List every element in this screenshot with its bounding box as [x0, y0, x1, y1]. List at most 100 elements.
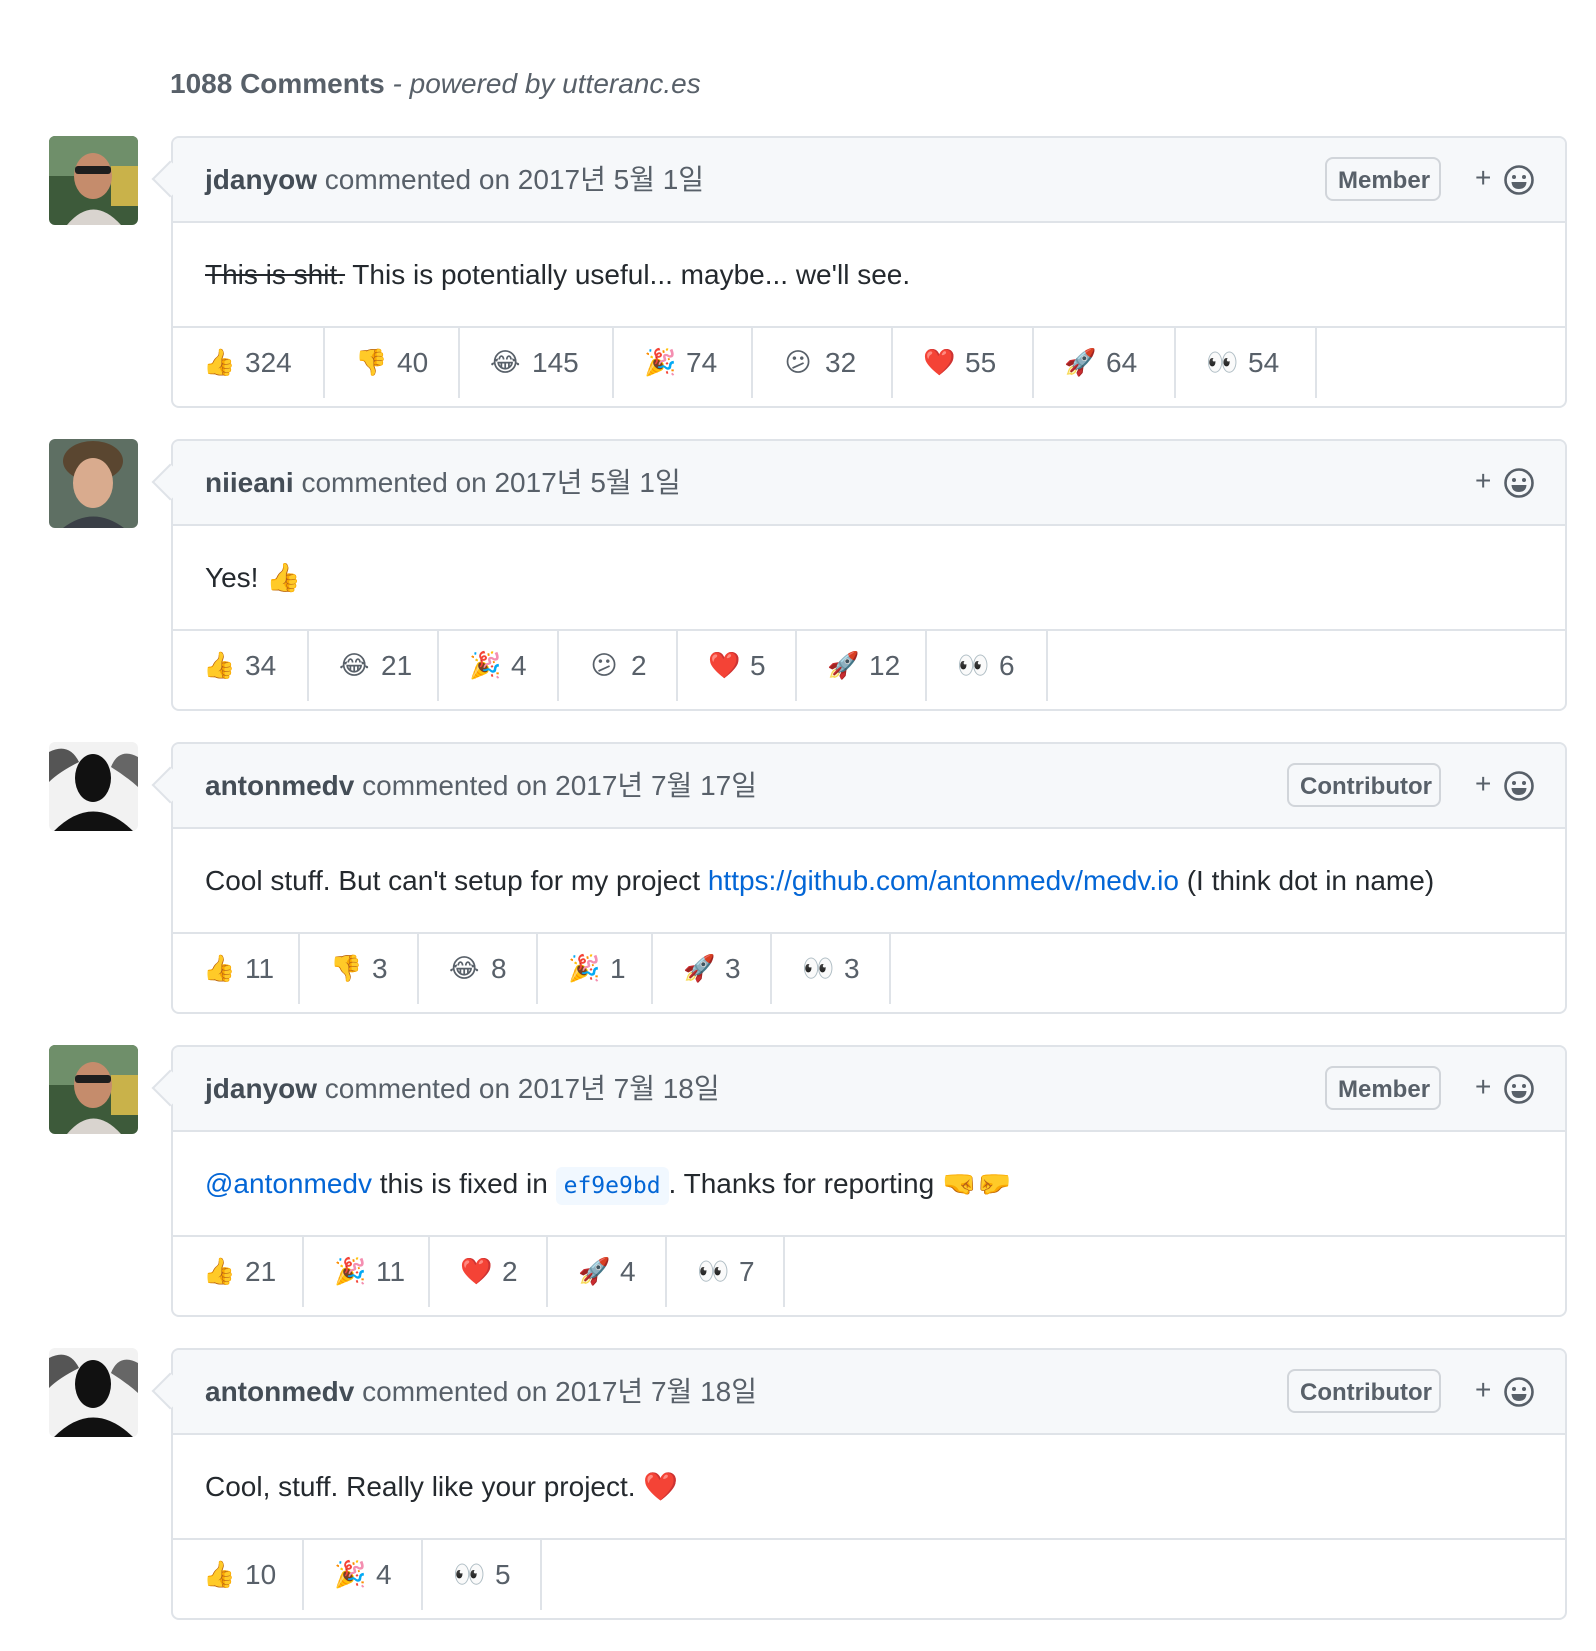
reaction-thumbs-up[interactable]: 👍 11: [173, 934, 300, 1004]
role-badge: Contributor: [1287, 1369, 1441, 1413]
comment-timeline: jdanyow commented on 2017년 5월 1일 Member …: [0, 136, 1596, 1651]
reaction-rocket[interactable]: 🚀 3: [653, 934, 772, 1004]
heart-icon: ❤️: [460, 1257, 493, 1287]
avatar-niieani: [49, 439, 138, 528]
reaction-hooray[interactable]: 🎉 4: [304, 1540, 423, 1610]
project-link[interactable]: https://github.com/antonmedv/medv.io: [708, 865, 1179, 896]
comment: jdanyow commented on 2017년 5월 1일 Member …: [0, 136, 1596, 439]
add-reaction-button[interactable]: +: [1475, 768, 1535, 804]
reaction-rocket[interactable]: 🚀 12: [797, 631, 927, 701]
rocket-icon: 🚀: [1064, 348, 1097, 378]
plus-icon: +: [1475, 1071, 1492, 1102]
reaction-count: 21: [245, 1256, 277, 1287]
smiley-icon: [1504, 468, 1534, 498]
reaction-hooray[interactable]: 🎉 11: [304, 1237, 430, 1307]
add-reaction-button[interactable]: +: [1475, 1374, 1535, 1410]
avatar-antonmedv: [49, 742, 138, 831]
author-name[interactable]: jdanyow: [205, 1073, 317, 1104]
hooray-icon: 🎉: [334, 1257, 367, 1287]
comment-date[interactable]: on 2017년 7월 17일: [516, 770, 757, 801]
reaction-thumbs-down[interactable]: 👎 3: [300, 934, 419, 1004]
comments-page: 1088 Comments - powered by utteranc.es j…: [0, 0, 1596, 1626]
comment-body: This is shit. This is potentially useful…: [173, 223, 1565, 328]
reaction-count: 11: [245, 953, 275, 984]
reaction-confused[interactable]: 😕 2: [559, 631, 678, 701]
role-badge: Member: [1325, 157, 1441, 201]
body-text: This is potentially useful... maybe... w…: [345, 259, 911, 290]
reaction-count: 4: [511, 650, 527, 681]
add-reaction-button[interactable]: +: [1475, 1071, 1535, 1107]
reaction-hooray[interactable]: 🎉 4: [439, 631, 559, 701]
comment-body: Yes! 👍: [173, 526, 1565, 631]
reaction-count: 34: [245, 650, 277, 681]
smiley-icon: [1504, 165, 1534, 195]
reaction-hooray[interactable]: 🎉 74: [614, 328, 753, 398]
reaction-count: 55: [965, 347, 997, 378]
heart-icon: ❤️: [708, 651, 741, 681]
reaction-thumbs-up[interactable]: 👍 21: [173, 1237, 304, 1307]
confused-icon: 😕: [784, 348, 812, 378]
commit-sha[interactable]: ef9e9bd: [555, 1167, 669, 1205]
powered-by: - powered by utteranc.es: [384, 68, 701, 99]
comment-header: jdanyow commented on 2017년 7월 18일 Member…: [173, 1047, 1565, 1132]
reaction-laugh[interactable]: 😂 21: [309, 631, 439, 701]
reaction-heart[interactable]: ❤️ 55: [893, 328, 1034, 398]
comment-date[interactable]: on 2017년 5월 1일: [479, 164, 704, 195]
comment-header: antonmedv commented on 2017년 7월 17일 Cont…: [173, 744, 1565, 829]
smiley-icon: [1504, 1377, 1534, 1407]
avatar[interactable]: [49, 1348, 138, 1437]
comment-date[interactable]: on 2017년 5월 1일: [456, 467, 681, 498]
comment: jdanyow commented on 2017년 7월 18일 Member…: [0, 1045, 1596, 1348]
reaction-rocket[interactable]: 🚀 64: [1034, 328, 1176, 398]
reaction-heart[interactable]: ❤️ 5: [678, 631, 797, 701]
hooray-icon: 🎉: [644, 348, 677, 378]
comment-meta: jdanyow commented on 2017년 5월 1일: [205, 138, 704, 221]
reaction-count: 2: [502, 1256, 518, 1287]
comment-meta: antonmedv commented on 2017년 7월 17일: [205, 744, 757, 827]
reaction-count: 6: [999, 650, 1015, 681]
author-name[interactable]: niieani: [205, 467, 294, 498]
comment-body: @antonmedv this is fixed in ef9e9bd. Tha…: [173, 1132, 1565, 1237]
role-badge: Contributor: [1287, 763, 1441, 807]
reaction-laugh[interactable]: 😂 8: [419, 934, 538, 1004]
reaction-count: 74: [686, 347, 718, 378]
comment-date[interactable]: on 2017년 7월 18일: [516, 1376, 757, 1407]
avatar[interactable]: [49, 1045, 138, 1134]
add-reaction-button[interactable]: +: [1475, 162, 1535, 198]
avatar[interactable]: [49, 742, 138, 831]
reaction-thumbs-up[interactable]: 👍 34: [173, 631, 309, 701]
reaction-thumbs-up[interactable]: 👍 10: [173, 1540, 304, 1610]
thumbs-down-icon: 👎: [330, 954, 363, 984]
reaction-count: 7: [739, 1256, 755, 1287]
avatar[interactable]: [49, 136, 138, 225]
reaction-rocket[interactable]: 🚀 4: [548, 1237, 667, 1307]
hooray-icon: 🎉: [334, 1560, 367, 1590]
reaction-bar: 👍 11 👎 3 😂 8 🎉 1 🚀 3 👀 3: [173, 934, 1565, 1004]
author-name[interactable]: antonmedv: [205, 1376, 354, 1407]
reaction-thumbs-up[interactable]: 👍 324: [173, 328, 325, 398]
body-text: this is fixed in: [371, 1168, 556, 1199]
comment-body: Cool, stuff. Really like your project. ❤…: [173, 1435, 1565, 1540]
rocket-icon: 🚀: [827, 651, 860, 681]
reaction-laugh[interactable]: 😂 145: [460, 328, 614, 398]
reaction-eyes[interactable]: 👀 54: [1176, 328, 1317, 398]
add-reaction-button[interactable]: +: [1475, 465, 1535, 501]
reaction-hooray[interactable]: 🎉 1: [538, 934, 653, 1004]
body-text: Cool stuff. But can't setup for my proje…: [205, 865, 708, 896]
laugh-icon: 😂: [490, 348, 521, 378]
avatar[interactable]: [49, 439, 138, 528]
author-name[interactable]: jdanyow: [205, 164, 317, 195]
reaction-heart[interactable]: ❤️ 2: [430, 1237, 548, 1307]
reaction-thumbs-down[interactable]: 👎 40: [325, 328, 460, 398]
reaction-confused[interactable]: 😕 32: [753, 328, 893, 398]
reaction-eyes[interactable]: 👀 3: [772, 934, 891, 1004]
author-name[interactable]: antonmedv: [205, 770, 354, 801]
reaction-eyes[interactable]: 👀 7: [667, 1237, 785, 1307]
reaction-count: 12: [869, 650, 901, 681]
plus-icon: +: [1475, 768, 1492, 799]
comment-count: 1088 Comments: [170, 68, 385, 99]
reaction-eyes[interactable]: 👀 5: [423, 1540, 542, 1610]
comment-date[interactable]: on 2017년 7월 18일: [479, 1073, 720, 1104]
user-mention[interactable]: @antonmedv: [205, 1168, 372, 1199]
reaction-eyes[interactable]: 👀 6: [927, 631, 1048, 701]
